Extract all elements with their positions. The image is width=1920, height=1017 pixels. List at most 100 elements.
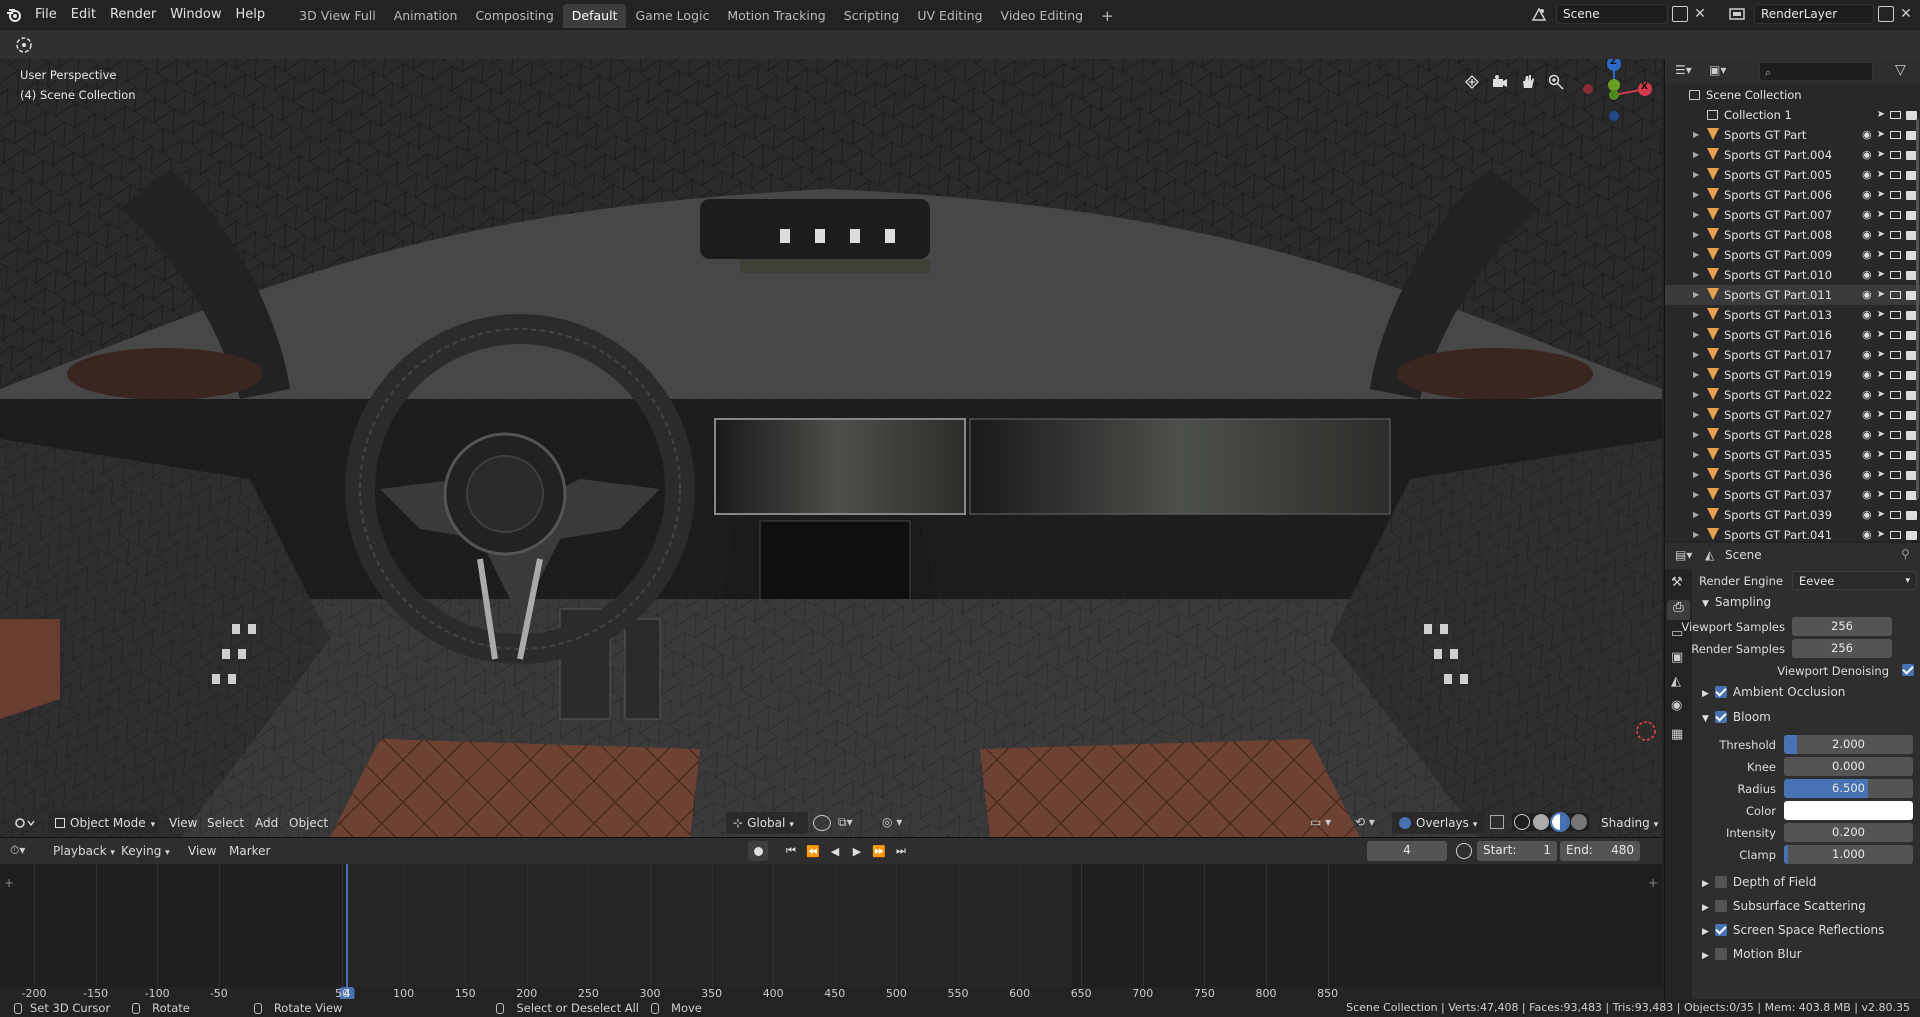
bloom-checkbox[interactable]: [1714, 711, 1727, 723]
tab-motion-tracking[interactable]: Motion Tracking: [718, 4, 834, 28]
tab-texture-icon[interactable]: ▦: [1671, 727, 1683, 742]
outliner-row[interactable]: ▶ Sports GT Part.007 ◉ ➤: [1665, 205, 1920, 225]
expand-arrow-icon[interactable]: ▶: [1693, 465, 1699, 485]
use-preview-range-icon[interactable]: [1456, 843, 1472, 859]
screen-space-reflections-panel[interactable]: ▶ Screen Space Reflections: [1692, 919, 1920, 941]
viewport-monitor-icon[interactable]: [1890, 411, 1901, 419]
editor-type-icon[interactable]: [10, 813, 40, 833]
selectable-arrow-icon[interactable]: ➤: [1877, 445, 1885, 465]
viewport-samples-field[interactable]: 256: [1792, 617, 1892, 636]
shading-dropdown[interactable]: Shading ▾: [1594, 812, 1662, 834]
timeline-view-menu[interactable]: View: [181, 840, 223, 862]
outliner-row[interactable]: ▶ Sports GT Part.037 ◉ ➤: [1665, 485, 1920, 505]
record-icon[interactable]: [748, 841, 768, 861]
playhead-line[interactable]: [346, 864, 348, 992]
expand-arrow-icon[interactable]: ▶: [1693, 425, 1699, 445]
view-object-types-icon[interactable]: ▭ ▾: [1310, 815, 1340, 831]
start-frame-field[interactable]: Start: 1: [1477, 841, 1557, 861]
outliner-editor-type-icon[interactable]: ☰▾: [1675, 63, 1692, 77]
outliner-row[interactable]: ▶ Sports GT Part.009 ◉ ➤: [1665, 245, 1920, 265]
motion-blur-panel[interactable]: ▶ Motion Blur: [1692, 943, 1920, 965]
outliner-row[interactable]: ▶ Sports GT Part.017 ◉ ➤: [1665, 345, 1920, 365]
render-engine-dropdown[interactable]: Eevee ▾: [1792, 571, 1917, 590]
expand-arrow-icon[interactable]: ▶: [1693, 525, 1699, 545]
expand-arrow-icon[interactable]: ▶: [1693, 245, 1699, 265]
outliner-row[interactable]: ▶ Sports GT Part.016 ◉ ➤: [1665, 325, 1920, 345]
play-icon[interactable]: ▶: [848, 845, 866, 858]
tab-render-icon[interactable]: ⎙: [1667, 600, 1690, 620]
viewport-monitor-icon[interactable]: [1890, 451, 1901, 459]
selectable-arrow-icon[interactable]: ➤: [1877, 285, 1885, 305]
outliner-search-input[interactable]: ⌕: [1759, 62, 1873, 81]
expand-arrow-icon[interactable]: ▶: [1693, 165, 1699, 185]
tab-tool-icon[interactable]: ⚒: [1671, 575, 1683, 590]
selectable-arrow-icon[interactable]: ➤: [1877, 245, 1885, 265]
tab-world-icon[interactable]: ◉: [1671, 698, 1682, 713]
tab-view-layer-icon[interactable]: ▣: [1671, 650, 1683, 665]
outliner-row[interactable]: ▶ Sports GT Part.013 ◉ ➤: [1665, 305, 1920, 325]
selectable-arrow-icon[interactable]: ➤: [1877, 305, 1885, 325]
viewport-monitor-icon[interactable]: [1890, 191, 1901, 199]
selectable-arrow-icon[interactable]: ➤: [1877, 505, 1885, 525]
keying-menu[interactable]: Keying ▾: [114, 840, 177, 862]
outliner-row[interactable]: ▶ Sports GT Part.010 ◉ ➤: [1665, 265, 1920, 285]
intensity-slider[interactable]: 0.200: [1784, 823, 1913, 842]
visibility-eye-icon[interactable]: ◉: [1862, 125, 1872, 145]
tab-video-editing[interactable]: Video Editing: [992, 4, 1093, 28]
selectable-arrow-icon[interactable]: ➤: [1877, 405, 1885, 425]
render-layer-icon[interactable]: [1724, 4, 1750, 24]
object-menu[interactable]: Object: [282, 812, 335, 834]
selectable-arrow-icon[interactable]: ➤: [1877, 185, 1885, 205]
expand-arrow-icon[interactable]: ▶: [1693, 405, 1699, 425]
viewport-monitor-icon[interactable]: [1890, 151, 1901, 159]
viewport-monitor-icon[interactable]: [1890, 531, 1901, 539]
3d-viewport[interactable]: User Perspective (4) Scene Collection Z …: [0, 59, 1662, 837]
visibility-eye-icon[interactable]: ◉: [1862, 525, 1872, 545]
car-interior-render[interactable]: [0, 59, 1662, 837]
menu-render[interactable]: Render: [103, 0, 163, 29]
menu-file[interactable]: File: [28, 0, 64, 29]
selectable-arrow-icon[interactable]: ➤: [1877, 125, 1885, 145]
pivot-point-icon[interactable]: [813, 815, 831, 831]
visibility-eye-icon[interactable]: ◉: [1862, 505, 1872, 525]
marker-menu[interactable]: Marker: [222, 840, 277, 862]
copy-layer-icon[interactable]: [1878, 6, 1894, 22]
pin-icon[interactable]: ⚲: [1901, 547, 1910, 561]
clamp-slider[interactable]: 1.000: [1784, 845, 1913, 864]
expand-arrow-icon[interactable]: ▶: [1693, 145, 1699, 165]
snap-icon[interactable]: ⧉▾: [838, 815, 862, 831]
selectable-arrow-icon[interactable]: ➤: [1877, 525, 1885, 545]
tab-scene-icon[interactable]: ◭: [1671, 674, 1681, 689]
selectable-arrow-icon[interactable]: ➤: [1877, 425, 1885, 445]
end-frame-field[interactable]: End: 480: [1560, 841, 1640, 861]
camera-view-icon[interactable]: [1491, 73, 1509, 91]
selectable-arrow-icon[interactable]: ➤: [1877, 165, 1885, 185]
close-scene-icon[interactable]: ✕: [1692, 6, 1708, 22]
viewport-monitor-icon[interactable]: [1890, 431, 1901, 439]
render-camera-icon[interactable]: [1906, 510, 1917, 520]
scene-name-field[interactable]: Scene: [1556, 4, 1668, 24]
blender-logo-icon[interactable]: [0, 0, 28, 29]
tab-game-logic[interactable]: Game Logic: [626, 4, 718, 28]
expand-arrow-icon[interactable]: ▶: [1693, 305, 1699, 325]
render-layer-field[interactable]: RenderLayer: [1754, 4, 1874, 24]
prev-keyframe-icon[interactable]: ⏪: [804, 845, 822, 858]
next-keyframe-icon[interactable]: ⏩: [870, 845, 888, 858]
menu-window[interactable]: Window: [163, 0, 228, 29]
ambient-occlusion-checkbox[interactable]: [1714, 686, 1727, 698]
bloom-panel-header[interactable]: ▼ Bloom: [1692, 706, 1920, 728]
bloom-color-swatch[interactable]: [1784, 801, 1913, 820]
zoom-icon[interactable]: [1547, 73, 1565, 91]
selectable-arrow-icon[interactable]: ➤: [1877, 465, 1885, 485]
visibility-eye-icon[interactable]: ◉: [1862, 405, 1872, 425]
viewport-monitor-icon[interactable]: [1890, 491, 1901, 499]
outliner-row[interactable]: ▶ Sports GT Part.008 ◉ ➤: [1665, 225, 1920, 245]
pan-hand-icon[interactable]: [1519, 73, 1537, 91]
outliner-row[interactable]: ▶ Sports GT Part.039 ◉ ➤: [1665, 505, 1920, 525]
rendered-shading-icon[interactable]: [1571, 814, 1587, 830]
tab-uv-editing[interactable]: UV Editing: [908, 4, 991, 28]
viewport-monitor-icon[interactable]: [1890, 371, 1901, 379]
jump-end-icon[interactable]: ⏭: [892, 844, 910, 858]
view-grid-icon[interactable]: [1463, 73, 1481, 91]
visibility-eye-icon[interactable]: ◉: [1862, 445, 1872, 465]
